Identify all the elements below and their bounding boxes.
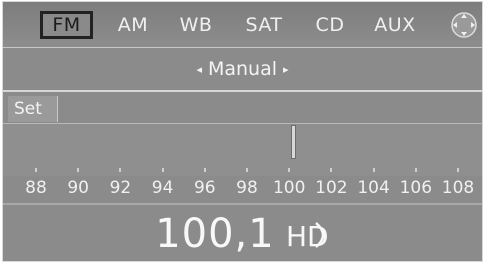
scale-tick — [77, 168, 80, 172]
tab-cd[interactable]: CD — [305, 11, 355, 39]
scale-label: 104 — [357, 178, 390, 198]
mode-selector[interactable]: ◂ Manual ▸ — [3, 48, 482, 90]
scale-label: 90 — [67, 178, 89, 198]
scale-tick — [203, 168, 206, 172]
current-frequency: 100,1 — [155, 211, 275, 257]
right-arrow-icon: ▸ — [283, 63, 289, 76]
scale-label: 88 — [25, 178, 47, 198]
set-button[interactable]: Set — [8, 96, 58, 122]
scale-label: 92 — [109, 178, 132, 198]
scale-tick — [288, 168, 291, 172]
divider-top — [3, 90, 482, 92]
left-arrow-icon: ◂ — [196, 63, 202, 76]
scale-label: 94 — [151, 178, 174, 198]
scale-tick — [246, 168, 248, 172]
scale-tick — [414, 168, 417, 172]
scale-tick — [35, 168, 37, 172]
current-frequency-display: 100,1 HD — [3, 207, 482, 261]
scale-label: 102 — [315, 178, 348, 198]
divider-bottom — [3, 203, 482, 205]
scale-tick — [457, 168, 459, 172]
tab-sat[interactable]: SAT — [239, 11, 289, 39]
scale-tick — [372, 168, 375, 172]
tuning-scale[interactable] — [3, 124, 482, 176]
scale-label: 98 — [236, 178, 258, 198]
radio-screen: FM AM WB SAT CD AUX ◂ Manual ▸ Set 88 90 92 9… — [2, 1, 483, 262]
source-tab-bar: FM AM WB SAT CD AUX — [3, 2, 482, 48]
scale-label: 100 — [272, 178, 306, 198]
controller-dpad-icon — [451, 12, 477, 38]
scale-label: 96 — [193, 178, 216, 198]
mode-label: Manual — [207, 58, 278, 80]
hd-radio-icon: HD — [286, 220, 329, 251]
tuning-needle[interactable] — [291, 125, 296, 159]
tab-fm[interactable]: FM — [40, 11, 93, 39]
scale-label: 106 — [399, 178, 433, 198]
scale-tick — [330, 168, 333, 172]
tab-am[interactable]: AM — [108, 11, 158, 39]
scale-label: 108 — [441, 178, 475, 198]
scale-tick — [161, 168, 164, 172]
tab-aux[interactable]: AUX — [365, 11, 425, 39]
scale-tick — [119, 168, 122, 172]
tab-wb[interactable]: WB — [171, 11, 221, 39]
